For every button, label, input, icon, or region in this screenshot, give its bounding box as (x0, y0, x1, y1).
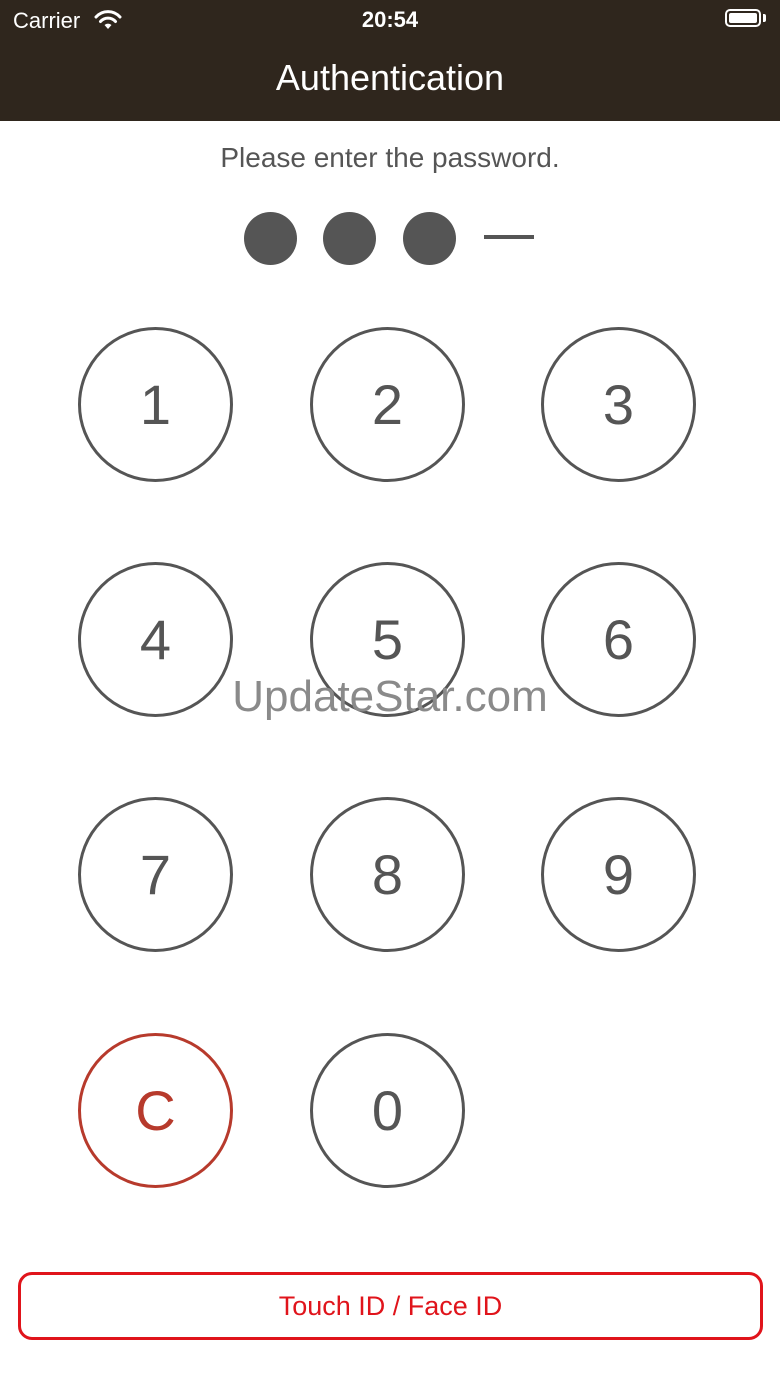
keypad-key-7[interactable]: 7 (78, 797, 233, 952)
watermark: UpdateStar.com (232, 672, 548, 721)
status-time: 20:54 (361, 7, 419, 32)
page-title: Authentication (275, 57, 505, 98)
keypad-key-0[interactable]: 0 (310, 1033, 465, 1188)
keypad-key-1[interactable]: 1 (78, 327, 233, 482)
battery-tip (763, 14, 766, 22)
keypad-clear-button[interactable]: C (78, 1033, 233, 1188)
keypad-key-3[interactable]: 3 (541, 327, 696, 482)
password-prompt: Please enter the password. (220, 142, 560, 173)
keypad-key-2[interactable]: 2 (310, 327, 465, 482)
header-bar: Carrier 20:54 Authentication (0, 0, 780, 121)
pin-dot-filled (244, 212, 297, 265)
pin-dot-filled (403, 212, 456, 265)
keypad-key-8[interactable]: 8 (310, 797, 465, 952)
pin-dot-filled (323, 212, 376, 265)
battery-icon (725, 9, 761, 27)
pin-dot-empty (484, 235, 534, 239)
keypad-key-9[interactable]: 9 (541, 797, 696, 952)
biometric-auth-button[interactable]: Touch ID / Face ID (18, 1272, 763, 1340)
